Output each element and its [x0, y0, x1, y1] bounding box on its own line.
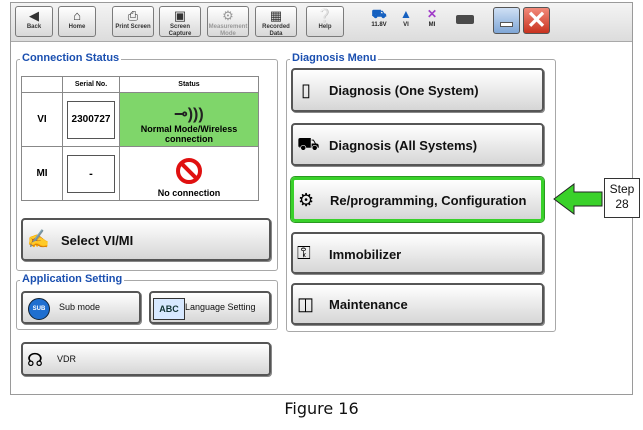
car-icon: ⛟ — [297, 134, 320, 154]
status-header: Status — [119, 76, 259, 93]
close-icon: ✕ — [526, 7, 547, 34]
meter-icon: ⚙ — [222, 8, 234, 23]
key-icon: ⚿ — [297, 243, 311, 263]
diagnosis-all-systems-button[interactable]: ⛟ Diagnosis (All Systems) — [291, 123, 544, 166]
abc-icon: ABC — [153, 298, 185, 320]
application-setting-title: Application Setting — [20, 273, 125, 285]
step-label: Step 28 — [604, 178, 640, 218]
diagnosis-menu-title: Diagnosis Menu — [290, 52, 379, 64]
mi-serial: - — [67, 154, 115, 193]
reprogram-icon: ⚙ — [298, 190, 315, 210]
consult-window: ◀ Back ⌂ Home ⎙ Print Screen ▣ Screen Captur… — [10, 2, 633, 395]
wireless-icon: ⊸))) — [174, 106, 204, 123]
vi-label: VI — [21, 92, 63, 147]
print-screen-button[interactable]: ⎙ Print Screen — [112, 6, 154, 37]
mi-label: MI — [21, 146, 63, 201]
close-button[interactable]: ✕ — [523, 7, 550, 34]
printer-icon: ⎙ — [127, 8, 139, 23]
sub-mode-button[interactable]: SUB Sub mode — [21, 291, 141, 324]
help-button[interactable]: ❔ Help — [306, 6, 344, 37]
recorded-data-button[interactable]: ▦ Recorded Data — [255, 6, 297, 37]
battery-status: ⛟ 11.8V — [365, 7, 393, 28]
cross-icon: ✕ — [426, 7, 438, 21]
vi-status: ▲ VI — [395, 7, 417, 28]
phone-icon: ▯ — [301, 80, 311, 100]
serial-header: Serial No. — [62, 76, 120, 93]
vdr-icon: ☊ — [27, 350, 43, 370]
home-icon: ⌂ — [73, 8, 81, 23]
record-icon: ▦ — [269, 8, 283, 23]
mi-status: ✕ MI — [421, 7, 443, 28]
reprogramming-configuration-button[interactable]: ⚙ Re/programming, Configuration — [291, 177, 544, 222]
diagnosis-one-system-button[interactable]: ▯ Diagnosis (One System) — [291, 68, 544, 112]
connection-status-title: Connection Status — [20, 52, 122, 64]
sub-icon: SUB — [28, 298, 50, 320]
maintenance-button[interactable]: ◫ Maintenance — [291, 283, 544, 325]
no-entry-icon — [176, 158, 202, 184]
car-icon: ⛟ — [371, 7, 387, 21]
vi-status-cell: ⊸))) Normal Mode/Wireless connection — [119, 92, 259, 147]
connection-table: Serial No. Status VI 2300727 ⊸))) Normal… — [21, 76, 259, 201]
left-arrow-icon: ◀ — [29, 8, 39, 23]
minimize-button[interactable] — [493, 7, 520, 34]
mi-status-cell: No connection — [119, 146, 259, 201]
language-setting-button[interactable]: ABC Language Setting — [149, 291, 271, 324]
measurement-mode-button[interactable]: ⚙ Measurement Mode — [207, 6, 249, 37]
help-icon: ❔ — [316, 8, 334, 23]
camera-icon: ▣ — [173, 8, 187, 23]
screen-capture-button[interactable]: ▣ Screen Capture — [159, 6, 201, 37]
home-button[interactable]: ⌂ Home — [58, 6, 96, 37]
immobilizer-button[interactable]: ⚿ Immobilizer — [291, 232, 544, 274]
select-vi-mi-button[interactable]: ✍ Select VI/MI — [21, 218, 271, 261]
back-button[interactable]: ◀ Back — [15, 6, 53, 37]
select-vi-icon: ✍ — [27, 229, 50, 249]
vi-serial: 2300727 — [67, 100, 115, 139]
green-arrow-icon — [553, 183, 603, 215]
vdr-button[interactable]: ☊ VDR — [21, 342, 271, 376]
figure-caption: Figure 16 — [284, 399, 359, 418]
monitor-icon: ◫ — [297, 294, 315, 314]
battery-icon — [456, 15, 474, 24]
signal-icon: ▲ — [400, 7, 412, 21]
toolbar: ◀ Back ⌂ Home ⎙ Print Screen ▣ Screen Captur… — [11, 3, 632, 42]
